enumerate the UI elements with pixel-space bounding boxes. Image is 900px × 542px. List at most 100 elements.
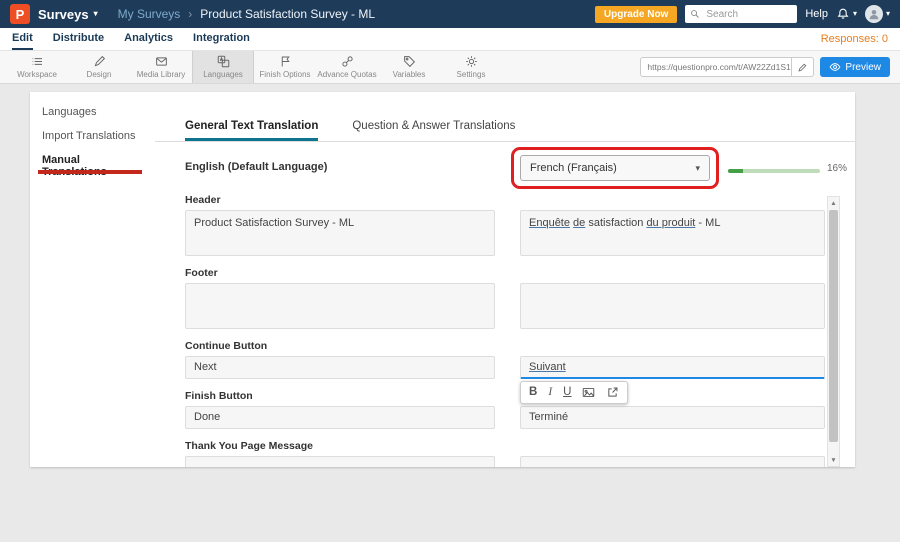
- target-input-continue[interactable]: Suivant: [520, 356, 825, 379]
- sidebar-item-import-translations[interactable]: Import Translations: [30, 124, 155, 148]
- translation-form: Header Product Satisfaction Survey - ML …: [155, 190, 855, 467]
- target-language-value: French (Français): [530, 162, 617, 174]
- tool-media-library[interactable]: Media Library: [130, 51, 192, 83]
- toolbar-right: https://questionpro.com/t/AW22Zd1S1 Prev…: [640, 51, 894, 83]
- avatar: [865, 5, 883, 23]
- tool-label: Design: [87, 70, 112, 79]
- breadcrumb: My Surveys › Product Satisfaction Survey…: [118, 7, 375, 21]
- tool-label: Media Library: [137, 70, 185, 79]
- nav-tab-edit[interactable]: Edit: [12, 28, 33, 50]
- format-toolbar: B I U: [520, 381, 628, 404]
- survey-url-group: https://questionpro.com/t/AW22Zd1S1: [640, 57, 814, 77]
- italic-button[interactable]: I: [548, 387, 552, 399]
- target-textbox-header[interactable]: Enquête de satisfaction du produit - ML: [520, 210, 825, 256]
- source-textbox-header: Product Satisfaction Survey - ML: [185, 210, 495, 256]
- field-row-continue-button: Continue Button Next Suivant B I U: [185, 340, 855, 379]
- variables-icon: [403, 55, 416, 68]
- translations-card: Languages Import Translations Manual Tra…: [30, 92, 855, 467]
- search-icon: [690, 9, 700, 19]
- preview-button[interactable]: Preview: [820, 57, 890, 77]
- progress-fill: [728, 169, 743, 173]
- pencil-icon: [797, 62, 808, 73]
- translation-progress-bar: [728, 169, 820, 173]
- target-input-finish[interactable]: Terminé: [520, 406, 825, 429]
- account-menu[interactable]: ▾: [865, 5, 890, 23]
- tool-finish-options[interactable]: Finish Options: [254, 51, 316, 83]
- bold-button[interactable]: B: [529, 387, 537, 399]
- languages-icon: [217, 55, 230, 68]
- nav-tab-analytics[interactable]: Analytics: [124, 28, 173, 50]
- page-background: Languages Import Translations Manual Tra…: [0, 84, 900, 542]
- breadcrumb-current: Product Satisfaction Survey - ML: [200, 7, 375, 21]
- tool-design[interactable]: Design: [68, 51, 130, 83]
- survey-url-field[interactable]: https://questionpro.com/t/AW22Zd1S1: [640, 57, 792, 77]
- vertical-scrollbar[interactable]: ▲ ▼: [827, 196, 840, 467]
- external-link-icon: [606, 386, 619, 399]
- sidebar-item-languages[interactable]: Languages: [30, 100, 155, 124]
- field-label: Header: [185, 194, 855, 206]
- media-library-icon: [155, 55, 168, 68]
- progress-percent: 16%: [827, 163, 847, 174]
- target-textbox-thank-you[interactable]: [520, 456, 825, 467]
- language-selection-row: English (Default Language) French (Franç…: [155, 142, 855, 190]
- translation-tabs: General Text Translation Question & Answ…: [155, 92, 855, 142]
- target-input-continue-text: Suivant: [529, 361, 566, 373]
- scroll-up-button[interactable]: ▲: [828, 197, 839, 209]
- tool-label: Workspace: [17, 70, 57, 79]
- main-nav: Edit Distribute Analytics Integration Re…: [0, 28, 900, 50]
- responses-count: Responses: 0: [821, 33, 888, 45]
- target-textbox-footer[interactable]: [520, 283, 825, 329]
- source-textbox-footer: [185, 283, 495, 329]
- chevron-down-icon: ▾: [886, 10, 890, 18]
- tool-workspace[interactable]: Workspace: [6, 51, 68, 83]
- tool-advance-quotas[interactable]: Advance Quotas: [316, 51, 378, 83]
- tool-settings[interactable]: Settings: [440, 51, 502, 83]
- scroll-down-button[interactable]: ▼: [828, 454, 839, 466]
- upgrade-now-button[interactable]: Upgrade Now: [595, 6, 677, 23]
- questionpro-app: P Surveys ▾ My Surveys › Product Satisfa…: [0, 0, 900, 542]
- field-row-header: Header Product Satisfaction Survey - ML …: [185, 194, 855, 256]
- chevron-down-icon: ▾: [94, 10, 98, 18]
- field-row-thank-you: Thank You Page Message: [185, 440, 855, 467]
- workspace-icon: [31, 55, 44, 68]
- preview-label: Preview: [845, 62, 881, 73]
- underline-button[interactable]: U: [563, 387, 571, 399]
- target-language-select[interactable]: French (Français) ▾: [520, 155, 710, 181]
- top-bar: P Surveys ▾ My Surveys › Product Satisfa…: [0, 0, 900, 28]
- scrollbar-thumb[interactable]: [829, 210, 838, 442]
- translations-sidebar: Languages Import Translations Manual Tra…: [30, 92, 155, 467]
- field-row-footer: Footer: [185, 267, 855, 329]
- field-label: Thank You Page Message: [185, 440, 855, 452]
- finish-options-icon: [279, 55, 292, 68]
- breadcrumb-my-surveys[interactable]: My Surveys: [118, 7, 181, 21]
- field-label: Continue Button: [185, 340, 855, 352]
- breadcrumb-separator: ›: [188, 7, 192, 21]
- source-textbox-thank-you: [185, 456, 495, 467]
- chevron-down-icon: ▾: [695, 163, 700, 174]
- insert-link-button[interactable]: [606, 386, 619, 399]
- nav-tab-integration[interactable]: Integration: [193, 28, 250, 50]
- eye-icon: [829, 61, 841, 73]
- help-link[interactable]: Help: [805, 8, 828, 20]
- search-input[interactable]: [704, 8, 792, 21]
- tab-question-answer-translations[interactable]: Question & Answer Translations: [352, 120, 515, 141]
- tool-languages[interactable]: Languages: [192, 51, 254, 83]
- field-label: Footer: [185, 267, 855, 279]
- edit-url-button[interactable]: [792, 57, 814, 77]
- tool-label: Finish Options: [259, 70, 310, 79]
- nav-tab-distribute[interactable]: Distribute: [53, 28, 104, 50]
- surveys-menu[interactable]: Surveys ▾: [38, 7, 98, 22]
- settings-icon: [465, 55, 478, 68]
- annotation-red-underline: [38, 170, 142, 174]
- questionpro-logo[interactable]: P: [10, 4, 30, 24]
- source-input-finish: Done: [185, 406, 495, 429]
- notifications-menu[interactable]: ▾: [836, 7, 857, 21]
- tab-general-text-translation[interactable]: General Text Translation: [185, 120, 318, 141]
- tool-variables[interactable]: Variables: [378, 51, 440, 83]
- tool-label: Variables: [393, 70, 426, 79]
- sidebar-item-manual-translations[interactable]: Manual Translations: [30, 148, 155, 184]
- surveys-menu-label: Surveys: [38, 7, 89, 22]
- source-input-continue: Next: [185, 356, 495, 379]
- search-box[interactable]: [685, 5, 797, 23]
- insert-image-button[interactable]: [582, 386, 595, 399]
